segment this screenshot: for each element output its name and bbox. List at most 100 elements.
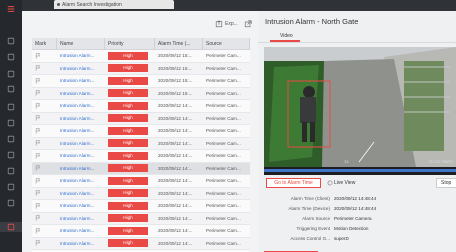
export-icon[interactable] bbox=[215, 20, 223, 28]
alarm-name[interactable]: Intrusion Alarm... bbox=[57, 53, 105, 58]
flag-icon[interactable] bbox=[35, 90, 41, 96]
mark-cell[interactable] bbox=[32, 190, 57, 196]
popout-icon[interactable] bbox=[244, 20, 252, 28]
alarm-name[interactable]: Intrusion Alarm... bbox=[57, 66, 105, 71]
mark-cell[interactable] bbox=[32, 240, 57, 246]
table-row[interactable]: Intrusion Alarm...High 2020/09/12 14:... P… bbox=[32, 212, 250, 225]
monitor-icon[interactable] bbox=[6, 36, 16, 46]
alarm-name[interactable]: Intrusion Alarm... bbox=[57, 153, 105, 158]
table-row[interactable]: Intrusion Alarm...High 2020/09/12 14:... P… bbox=[32, 225, 250, 238]
flag-icon[interactable] bbox=[35, 165, 41, 171]
database-icon[interactable] bbox=[6, 166, 16, 176]
table-row[interactable]: Intrusion Alarm...High 2020/09/12 14:... P… bbox=[32, 125, 250, 138]
mark-cell[interactable] bbox=[32, 228, 57, 234]
table-row[interactable]: Intrusion Alarm...High 2020/09/12 14:... P… bbox=[32, 187, 250, 200]
map-icon[interactable] bbox=[6, 118, 16, 128]
table-row[interactable]: Intrusion Alarm...High 2020/09/12 14:... P… bbox=[32, 175, 250, 188]
lock-icon[interactable] bbox=[6, 150, 16, 160]
table-row[interactable]: Intrusion Alarm...High 2020/09/12 14:... P… bbox=[32, 162, 250, 175]
alarm-name[interactable]: Intrusion Alarm... bbox=[57, 203, 105, 208]
chart-icon[interactable] bbox=[6, 182, 16, 192]
table-row[interactable]: Intrusion Alarm... High 2020/09/12 15:... P… bbox=[32, 87, 250, 100]
flag-icon[interactable] bbox=[35, 153, 41, 159]
table-row[interactable]: Intrusion Alarm... High 2020/09/12 15:... P… bbox=[32, 75, 250, 88]
table-row[interactable]: Intrusion Alarm...High 2020/09/12 14:... P… bbox=[32, 150, 250, 163]
mark-cell[interactable] bbox=[32, 215, 57, 221]
column-header-priority[interactable]: Priority bbox=[105, 37, 155, 50]
mark-cell[interactable] bbox=[32, 65, 57, 71]
mark-cell[interactable] bbox=[32, 153, 57, 159]
column-header-source[interactable]: Source bbox=[203, 37, 250, 50]
flag-icon[interactable] bbox=[35, 190, 41, 196]
info-value: Motion Detection bbox=[334, 226, 369, 231]
table-row[interactable]: Intrusion Alarm...High 2020/09/12 14:... P… bbox=[32, 112, 250, 125]
table-row[interactable]: Intrusion Alarm...High 2020/09/12 14:... P… bbox=[32, 100, 250, 113]
alarm-name[interactable]: Intrusion Alarm... bbox=[57, 241, 105, 246]
bulb-icon[interactable] bbox=[6, 69, 16, 79]
mark-cell[interactable] bbox=[32, 203, 57, 209]
video-go-to-alarm[interactable]: Go to Alarm bbox=[429, 159, 453, 164]
camera-icon[interactable] bbox=[6, 134, 16, 144]
alarm-icon[interactable] bbox=[0, 222, 22, 232]
mark-cell[interactable] bbox=[32, 78, 57, 84]
bulb-icon-glyph bbox=[7, 70, 15, 78]
table-row[interactable]: Intrusion Alarm... High 2020/09/12 15:... P… bbox=[32, 62, 250, 75]
grid-icon[interactable] bbox=[6, 52, 16, 62]
alarm-name[interactable]: Intrusion Alarm... bbox=[57, 216, 105, 221]
alarm-name[interactable]: Intrusion Alarm... bbox=[57, 228, 105, 233]
alarm-name[interactable]: Intrusion Alarm... bbox=[57, 141, 105, 146]
settings-icon[interactable] bbox=[6, 198, 16, 208]
mark-cell[interactable] bbox=[32, 128, 57, 134]
mark-cell[interactable] bbox=[32, 178, 57, 184]
flag-icon[interactable] bbox=[35, 240, 41, 246]
flag-icon[interactable] bbox=[35, 228, 41, 234]
alarm-name[interactable]: Intrusion Alarm... bbox=[57, 128, 105, 133]
flag-icon[interactable] bbox=[35, 53, 41, 59]
window-tab[interactable]: Alarm Search Investigation bbox=[54, 0, 174, 9]
alarm-time: 2020/09/12 14:... bbox=[158, 228, 193, 234]
alarm-name[interactable]: Intrusion Alarm... bbox=[57, 103, 105, 108]
alarm-name[interactable]: Intrusion Alarm... bbox=[57, 191, 105, 196]
flag-icon[interactable] bbox=[35, 140, 41, 146]
mark-cell[interactable] bbox=[32, 103, 57, 109]
column-header-mark[interactable]: Mark bbox=[32, 37, 57, 50]
alarm-name[interactable]: Intrusion Alarm... bbox=[57, 116, 105, 121]
tab-video[interactable]: Video bbox=[280, 33, 293, 39]
live-view-button[interactable]: Live View bbox=[334, 180, 355, 186]
table-row[interactable]: Intrusion Alarm... High 2020/09/12 15:... P… bbox=[32, 50, 250, 63]
table-row[interactable]: Intrusion Alarm...High 2020/09/12 14:... P… bbox=[32, 200, 250, 213]
priority-cell: High bbox=[105, 226, 155, 235]
stop-button[interactable]: Stop bbox=[436, 178, 456, 188]
table-row[interactable]: Intrusion Alarm...High 2020/09/12 14:... P… bbox=[32, 137, 250, 150]
go-to-alarm-time-button[interactable]: Go to Alarm Time bbox=[266, 178, 321, 188]
menu-icon[interactable] bbox=[6, 4, 16, 14]
user-icon[interactable] bbox=[6, 84, 16, 94]
alarm-name[interactable]: Intrusion Alarm... bbox=[57, 178, 105, 183]
image-icon[interactable] bbox=[6, 102, 16, 112]
flag-icon[interactable] bbox=[35, 215, 41, 221]
video-timeline[interactable] bbox=[264, 167, 456, 175]
playback-speed[interactable]: 1x bbox=[344, 159, 349, 164]
flag-icon[interactable] bbox=[35, 78, 41, 84]
flag-icon[interactable] bbox=[35, 178, 41, 184]
table-row[interactable]: Intrusion Alarm...High 2020/09/12 14:... P… bbox=[32, 237, 250, 250]
priority-cell: High bbox=[105, 189, 155, 198]
mark-cell[interactable] bbox=[32, 53, 57, 59]
export-button[interactable]: Exp... bbox=[225, 21, 238, 27]
alarm-source: Perimeter Cam... bbox=[206, 65, 241, 71]
mark-cell[interactable] bbox=[32, 90, 57, 96]
video-player[interactable] bbox=[264, 47, 456, 167]
mark-cell[interactable] bbox=[32, 140, 57, 146]
flag-icon[interactable] bbox=[35, 203, 41, 209]
alarm-name[interactable]: Intrusion Alarm... bbox=[57, 166, 105, 171]
mark-cell[interactable] bbox=[32, 165, 57, 171]
flag-icon[interactable] bbox=[35, 115, 41, 121]
alarm-name[interactable]: Intrusion Alarm... bbox=[57, 91, 105, 96]
column-header-name[interactable]: Name bbox=[57, 37, 105, 50]
mark-cell[interactable] bbox=[32, 115, 57, 121]
flag-icon[interactable] bbox=[35, 128, 41, 134]
column-header-alarm-time[interactable]: Alarm Time (... bbox=[155, 37, 203, 50]
alarm-name[interactable]: Intrusion Alarm... bbox=[57, 78, 105, 83]
flag-icon[interactable] bbox=[35, 65, 41, 71]
flag-icon[interactable] bbox=[35, 103, 41, 109]
